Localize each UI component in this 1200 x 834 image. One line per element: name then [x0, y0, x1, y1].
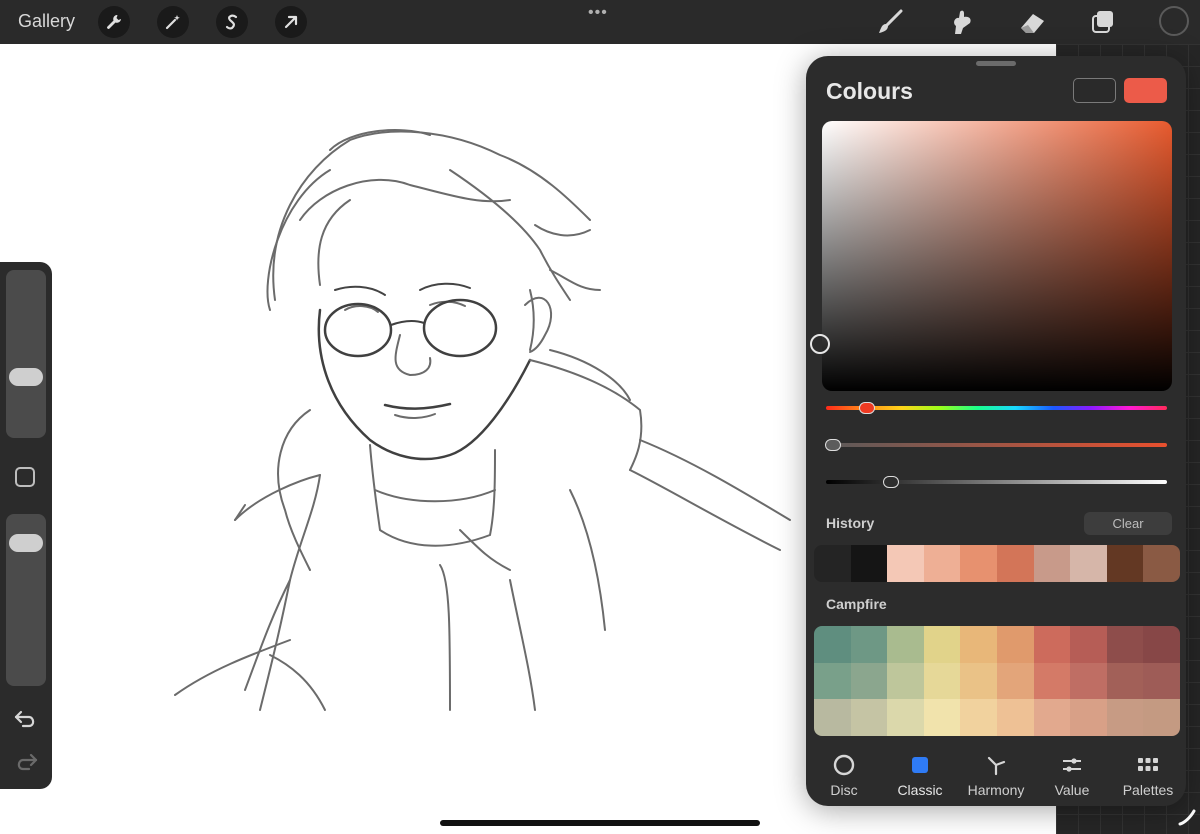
current-colour-swatch[interactable]	[1124, 78, 1167, 103]
palette-swatch[interactable]	[996, 699, 1034, 736]
history-label: History	[826, 515, 875, 531]
history-swatch[interactable]	[887, 545, 924, 582]
disc-icon	[833, 754, 855, 776]
history-swatch[interactable]	[1070, 545, 1107, 582]
palette-name-label: Campfire	[826, 596, 887, 612]
palette-swatch[interactable]	[814, 699, 851, 736]
opacity-thumb[interactable]	[9, 534, 43, 552]
tab-harmony[interactable]: Harmony	[958, 746, 1034, 806]
transform-arrow-icon[interactable]	[275, 6, 307, 38]
tab-palettes[interactable]: Palettes	[1110, 746, 1186, 806]
palette-swatch[interactable]	[960, 626, 997, 663]
selection-icon[interactable]	[216, 6, 248, 38]
history-swatch[interactable]	[814, 545, 851, 582]
colours-panel: Colours History Clear Campfire Disc Clas…	[806, 56, 1186, 806]
previous-colour-swatch[interactable]	[1073, 78, 1116, 103]
colour-mode-tabs: Disc Classic Harmony Value Palettes	[806, 746, 1186, 806]
top-toolbar: Gallery •••	[0, 0, 1200, 44]
palette-swatch[interactable]	[1070, 626, 1107, 663]
magic-wand-icon[interactable]	[157, 6, 189, 38]
palette-swatch[interactable]	[1143, 699, 1180, 736]
undo-icon[interactable]	[13, 708, 39, 730]
layers-icon[interactable]	[1088, 8, 1118, 36]
palette-swatch[interactable]	[996, 662, 1034, 700]
history-swatch[interactable]	[960, 545, 997, 582]
harmony-icon	[985, 754, 1007, 776]
current-colour-button[interactable]	[1159, 6, 1189, 36]
smudge-icon[interactable]	[946, 8, 976, 36]
palette-swatch[interactable]	[887, 626, 924, 663]
classic-square-icon	[909, 754, 931, 776]
eyedropper-square-button[interactable]	[15, 467, 35, 487]
palette-swatch[interactable]	[850, 626, 888, 663]
history-swatch[interactable]	[1033, 545, 1071, 582]
pen-nib-icon	[1178, 809, 1196, 826]
tab-classic[interactable]: Classic	[882, 746, 958, 806]
history-swatch[interactable]	[850, 545, 888, 582]
hue-slider[interactable]	[826, 406, 1167, 410]
palette-swatch[interactable]	[923, 699, 961, 736]
saturation-slider[interactable]	[826, 443, 1167, 447]
tab-label: Value	[1054, 782, 1090, 798]
home-indicator[interactable]	[440, 820, 760, 826]
palette-swatch[interactable]	[887, 662, 924, 700]
palette-swatch[interactable]	[960, 699, 997, 736]
canvas-sketch	[174, 129, 791, 711]
palette-swatch[interactable]	[1106, 699, 1144, 736]
value-sliders-icon	[1061, 754, 1083, 776]
palette-swatch[interactable]	[923, 662, 961, 700]
colour-history-row	[814, 545, 1180, 582]
palette-swatch[interactable]	[1106, 662, 1144, 700]
palette-swatch[interactable]	[1070, 662, 1107, 700]
panel-title: Colours	[826, 78, 913, 104]
left-sidebar	[0, 262, 52, 789]
saturation-slider-knob[interactable]	[824, 439, 841, 451]
gallery-button[interactable]: Gallery	[18, 11, 75, 32]
palette-swatch[interactable]	[814, 662, 851, 700]
palette-swatch[interactable]	[887, 699, 924, 736]
brush-icon[interactable]	[875, 8, 905, 36]
tab-label: Disc	[830, 782, 858, 798]
brightness-slider-knob[interactable]	[882, 476, 899, 488]
palette-swatch[interactable]	[850, 662, 888, 700]
palette-swatch[interactable]	[1033, 699, 1071, 736]
tab-label: Harmony	[967, 782, 1025, 798]
palette-swatch[interactable]	[1070, 699, 1107, 736]
palette-swatch[interactable]	[1033, 626, 1071, 663]
tab-label: Palettes	[1122, 782, 1174, 798]
tab-label: Classic	[897, 782, 943, 798]
wrench-icon[interactable]	[98, 6, 130, 38]
palette-swatch[interactable]	[850, 699, 888, 736]
clear-history-button[interactable]: Clear	[1084, 512, 1172, 535]
tab-value[interactable]: Value	[1034, 746, 1110, 806]
history-swatch[interactable]	[996, 545, 1034, 582]
brush-size-slider[interactable]	[6, 270, 46, 438]
eraser-icon[interactable]	[1017, 8, 1047, 36]
opacity-slider[interactable]	[6, 514, 46, 686]
brightness-slider[interactable]	[826, 480, 1167, 484]
palette-swatch[interactable]	[996, 626, 1034, 663]
tab-disc[interactable]: Disc	[806, 746, 882, 806]
palette-swatch[interactable]	[1143, 662, 1180, 700]
history-swatch[interactable]	[1106, 545, 1144, 582]
hue-slider-knob[interactable]	[858, 402, 875, 414]
palette-swatch[interactable]	[1033, 662, 1071, 700]
palette-swatch[interactable]	[960, 662, 997, 700]
palette-swatch[interactable]	[1143, 626, 1180, 663]
palette-swatch[interactable]	[923, 626, 961, 663]
redo-icon[interactable]	[13, 751, 39, 773]
palette-swatch[interactable]	[1106, 626, 1144, 663]
brush-size-thumb[interactable]	[9, 368, 43, 386]
palettes-grid-icon	[1137, 754, 1159, 776]
history-swatch[interactable]	[923, 545, 961, 582]
campfire-palette	[814, 626, 1180, 736]
colour-picker-handle[interactable]	[810, 334, 830, 354]
saturation-brightness-picker[interactable]	[822, 121, 1172, 391]
palette-swatch[interactable]	[814, 626, 851, 663]
panel-grabber[interactable]	[976, 61, 1016, 66]
more-options-dots[interactable]: •••	[588, 4, 608, 22]
history-swatch[interactable]	[1143, 545, 1180, 582]
